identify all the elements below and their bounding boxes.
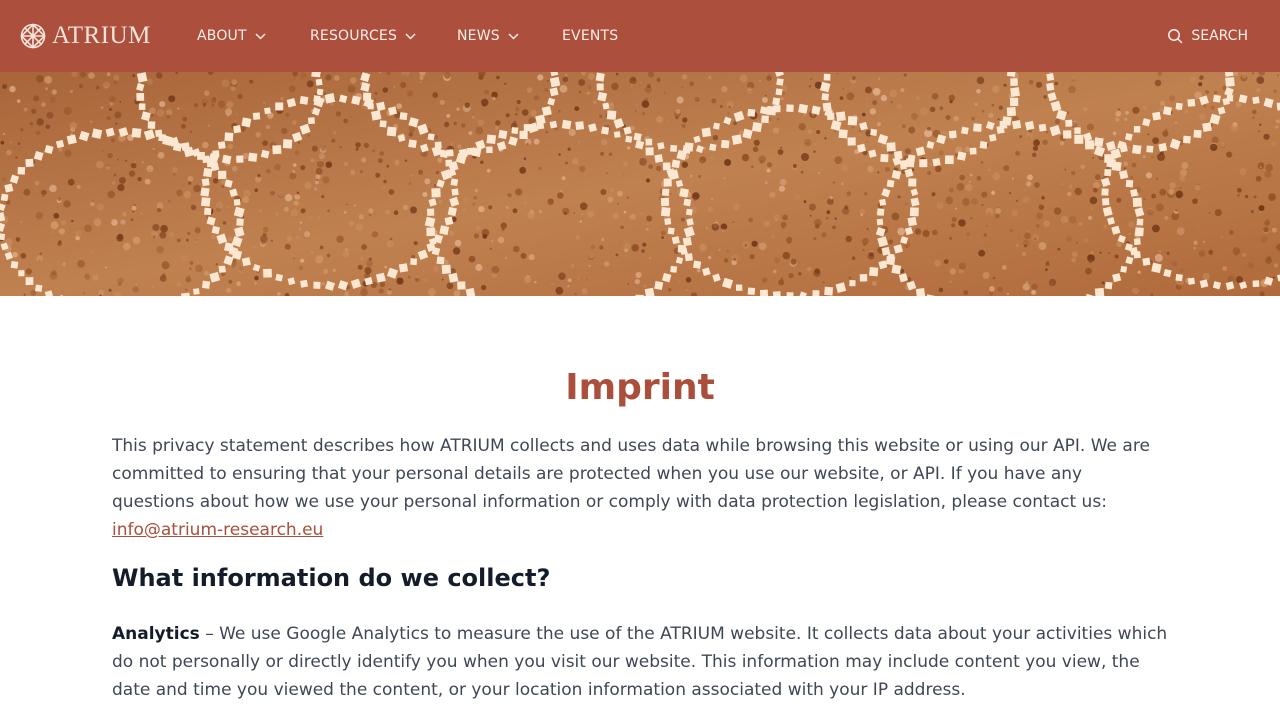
- mosaic-hero-image: [0, 72, 1280, 296]
- intro-paragraph: This privacy statement describes how ATR…: [112, 432, 1168, 544]
- chevron-down-icon: [405, 28, 416, 44]
- analytics-paragraph: Analytics – We use Google Analytics to m…: [112, 620, 1168, 704]
- nav-resources[interactable]: RESOURCES: [310, 0, 416, 72]
- site-header: ATRIUM ABOUT RESOURCES NEWS EVENTS SEARC…: [0, 0, 1280, 72]
- contact-email-link[interactable]: info@atrium-research.eu: [112, 520, 323, 540]
- nav-about[interactable]: ABOUT: [197, 0, 266, 72]
- nav-news-label: NEWS: [457, 28, 500, 44]
- intro-text: This privacy statement describes how ATR…: [112, 436, 1150, 512]
- page-title: Imprint: [565, 367, 715, 408]
- atrium-logo-icon: [20, 23, 46, 49]
- nav-about-label: ABOUT: [197, 28, 247, 44]
- nav-events-label: EVENTS: [562, 28, 619, 44]
- analytics-label: Analytics: [112, 624, 200, 644]
- search-icon: [1168, 29, 1183, 44]
- chevron-down-icon: [255, 28, 266, 44]
- search-button[interactable]: SEARCH: [1167, 0, 1248, 72]
- search-label: SEARCH: [1191, 28, 1248, 44]
- site-logo[interactable]: ATRIUM: [20, 23, 151, 49]
- nav-resources-label: RESOURCES: [310, 28, 398, 44]
- nav-events[interactable]: EVENTS: [562, 0, 618, 72]
- logo-text: ATRIUM: [52, 22, 151, 49]
- analytics-text: – We use Google Analytics to measure the…: [112, 624, 1168, 700]
- nav-news[interactable]: NEWS: [457, 0, 519, 72]
- hero-banner: [0, 72, 1280, 296]
- chevron-down-icon: [508, 28, 519, 44]
- section-heading-collect: What information do we collect?: [112, 564, 551, 592]
